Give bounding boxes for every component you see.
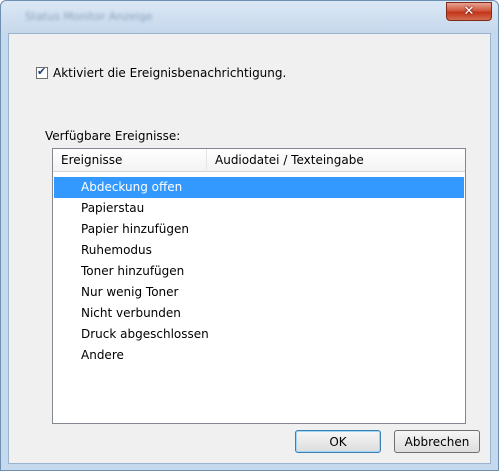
column-header-audio-text[interactable]: Audiodatei / Texteingabe — [207, 149, 407, 172]
events-list[interactable]: Ereignisse Audiodatei / Texteingabe Abde… — [52, 148, 466, 424]
close-button[interactable]: ✕ — [446, 2, 492, 21]
list-item[interactable]: Toner hinzufügen — [54, 261, 464, 282]
list-item[interactable]: Abdeckung offen — [54, 177, 464, 198]
dialog-window: Status Monitor Anzeige ✕ Aktiviert die E… — [0, 0, 499, 471]
list-item[interactable]: Druck abgeschlossen — [54, 324, 464, 345]
title-bar[interactable]: Status Monitor Anzeige ✕ — [1, 1, 498, 33]
list-item[interactable]: Papierstau — [54, 198, 464, 219]
window-title: Status Monitor Anzeige — [25, 10, 153, 23]
list-item[interactable]: Ruhemodus — [54, 240, 464, 261]
list-item[interactable]: Andere — [54, 345, 464, 366]
close-icon: ✕ — [463, 4, 475, 19]
list-item[interactable]: Papier hinzufügen — [54, 219, 464, 240]
ok-button[interactable]: OK — [295, 430, 381, 453]
events-list-rows: Abdeckung offen Papierstau Papier hinzuf… — [53, 177, 465, 366]
available-events-label: Verfügbare Ereignisse: — [45, 129, 181, 143]
cancel-button[interactable]: Abbrechen — [394, 430, 480, 453]
column-header-events[interactable]: Ereignisse — [53, 149, 207, 172]
notification-checkbox-row[interactable]: Aktiviert die Ereignisbenachrichtigung. — [36, 65, 286, 80]
dialog-client-area: Aktiviert die Ereignisbenachrichtigung. … — [8, 33, 491, 464]
events-list-header: Ereignisse Audiodatei / Texteingabe — [53, 149, 465, 172]
notification-checkbox[interactable] — [36, 65, 48, 79]
list-item[interactable]: Nicht verbunden — [54, 303, 464, 324]
notification-checkbox-label[interactable]: Aktiviert die Ereignisbenachrichtigung. — [53, 66, 286, 80]
list-item[interactable]: Nur wenig Toner — [54, 282, 464, 303]
